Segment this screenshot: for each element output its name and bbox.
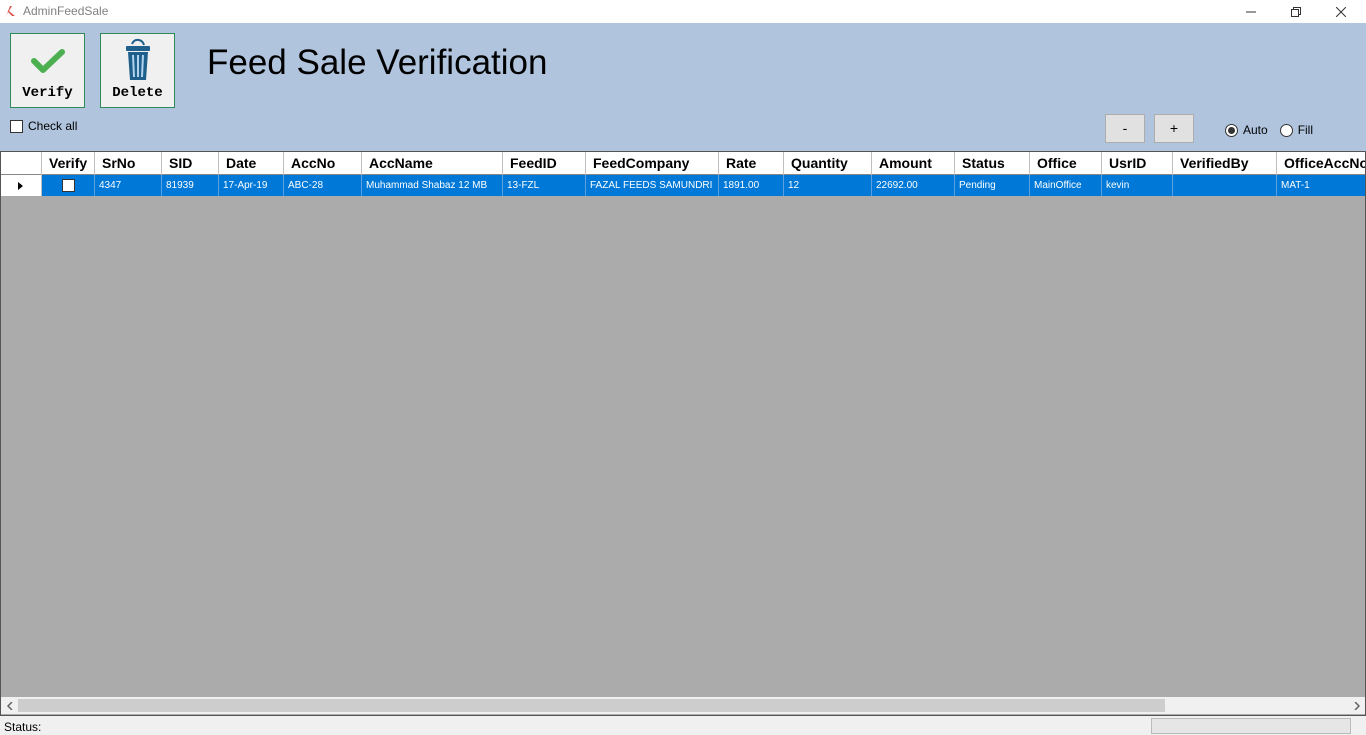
scrollbar-thumb[interactable]	[18, 699, 1165, 712]
column-header-feedcompany[interactable]: FeedCompany	[586, 152, 719, 175]
grid-header: Verify SrNo SID Date AccNo AccName FeedI…	[1, 152, 1365, 175]
radio-auto-label: Auto	[1243, 123, 1268, 137]
chevron-right-icon	[1353, 701, 1360, 710]
column-header-date[interactable]: Date	[219, 152, 284, 175]
check-all-box[interactable]	[10, 119, 23, 133]
delete-button-label: Delete	[112, 85, 163, 101]
cell-amount[interactable]: 22692.00	[872, 175, 955, 196]
column-header-usrid[interactable]: UsrID	[1102, 152, 1173, 175]
cell-sid[interactable]: 81939	[162, 175, 219, 196]
chevron-left-icon	[6, 701, 13, 710]
row-verify-checkbox[interactable]	[61, 179, 75, 192]
radio-fill-label: Fill	[1297, 123, 1314, 137]
row-header[interactable]	[1, 175, 42, 196]
cell-feedcompany[interactable]: FAZAL FEEDS SAMUNDRI	[586, 175, 719, 196]
cell-office[interactable]: MainOffice	[1030, 175, 1102, 196]
cell-rate[interactable]: 1891.00	[719, 175, 784, 196]
current-row-arrow-icon	[18, 181, 23, 190]
data-grid[interactable]: Verify SrNo SID Date AccNo AccName FeedI…	[0, 151, 1366, 716]
zoom-in-button[interactable]: +	[1154, 114, 1194, 143]
restore-icon	[1290, 6, 1301, 17]
column-header-amount[interactable]: Amount	[872, 152, 955, 175]
column-header-verifiedby[interactable]: VerifiedBy	[1173, 152, 1277, 175]
radio-auto-button[interactable]	[1225, 123, 1238, 137]
radio-fill[interactable]: Fill	[1279, 123, 1314, 137]
size-mode-group: Auto Fill	[1225, 123, 1313, 137]
verify-cell[interactable]	[42, 175, 95, 196]
check-all-label: Check all	[28, 119, 78, 133]
column-header-accname[interactable]: AccName	[362, 152, 503, 175]
status-label: Status:	[4, 720, 42, 734]
app-icon	[6, 6, 15, 16]
column-header-status[interactable]: Status	[955, 152, 1030, 175]
trash-icon	[125, 38, 150, 80]
column-header-srno[interactable]: SrNo	[95, 152, 162, 175]
page-title: Feed Sale Verification	[207, 43, 548, 82]
minimize-icon	[1245, 11, 1256, 12]
column-header-quantity[interactable]: Quantity	[784, 152, 872, 175]
delete-button[interactable]: Delete	[100, 33, 175, 108]
toolbar-panel: Verify Delete Feed Sale Verification Che…	[0, 23, 1366, 151]
progress-bar	[1151, 718, 1351, 734]
horizontal-scrollbar[interactable]	[1, 697, 1365, 714]
column-header-verify[interactable]: Verify	[42, 152, 95, 175]
cell-accno[interactable]: ABC-28	[284, 175, 362, 196]
column-header-feedid[interactable]: FeedID	[503, 152, 586, 175]
zoom-out-button[interactable]: -	[1105, 114, 1145, 143]
scroll-right-button[interactable]	[1348, 697, 1365, 714]
minimize-button[interactable]	[1228, 0, 1273, 23]
check-all-checkbox[interactable]: Check all	[10, 119, 77, 133]
checkmark-icon	[30, 49, 65, 73]
cell-date[interactable]: 17-Apr-19	[219, 175, 284, 196]
cell-srno[interactable]: 4347	[95, 175, 162, 196]
scroll-left-button[interactable]	[1, 697, 18, 714]
title-bar: AdminFeedSale	[0, 0, 1366, 23]
cell-officeaccno[interactable]: MAT-1	[1277, 175, 1365, 196]
cell-usrid[interactable]: kevin	[1102, 175, 1173, 196]
table-row[interactable]: 4347 81939 17-Apr-19 ABC-28 Muhammad Sha…	[1, 175, 1365, 196]
close-icon	[1335, 6, 1346, 17]
close-button[interactable]	[1318, 0, 1363, 23]
column-header-rate[interactable]: Rate	[719, 152, 784, 175]
radio-auto[interactable]: Auto	[1225, 123, 1268, 137]
window-title: AdminFeedSale	[23, 4, 109, 18]
restore-button[interactable]	[1273, 0, 1318, 23]
cell-quantity[interactable]: 12	[784, 175, 872, 196]
status-bar: Status:	[0, 716, 1366, 735]
row-header-corner	[1, 152, 42, 175]
column-header-accno[interactable]: AccNo	[284, 152, 362, 175]
column-header-officeaccno[interactable]: OfficeAccNo	[1277, 152, 1365, 175]
verify-button[interactable]: Verify	[10, 33, 85, 108]
cell-accname[interactable]: Muhammad Shabaz 12 MB	[362, 175, 503, 196]
column-header-office[interactable]: Office	[1030, 152, 1102, 175]
radio-fill-button[interactable]	[1279, 123, 1293, 137]
verify-button-label: Verify	[22, 85, 73, 101]
cell-verifiedby[interactable]	[1173, 175, 1277, 196]
column-header-sid[interactable]: SID	[162, 152, 219, 175]
cell-feedid[interactable]: 13-FZL	[503, 175, 586, 196]
cell-status[interactable]: Pending	[955, 175, 1030, 196]
